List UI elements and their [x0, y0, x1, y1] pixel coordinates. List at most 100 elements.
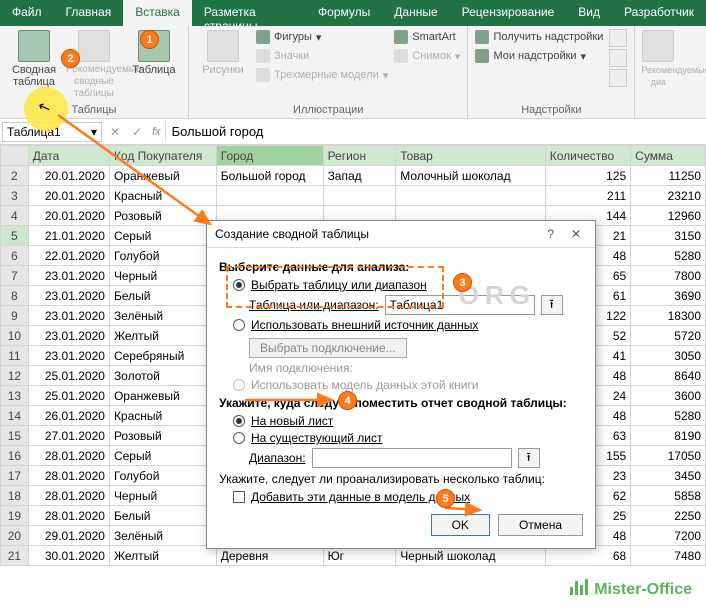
cell[interactable]: 7480 [631, 546, 706, 566]
cell[interactable]: Голубой [109, 246, 216, 266]
dialog-titlebar[interactable]: Создание сводной таблицы ? ✕ [207, 221, 595, 248]
cell[interactable]: Серебряный [109, 346, 216, 366]
row-header[interactable]: 9 [1, 306, 29, 326]
row-header[interactable]: 18 [1, 486, 29, 506]
cell[interactable] [396, 186, 546, 206]
cell[interactable]: 5720 [631, 326, 706, 346]
cell[interactable]: 3150 [631, 226, 706, 246]
row-header[interactable]: 8 [1, 286, 29, 306]
range-picker-icon[interactable]: ⭱ [518, 448, 540, 468]
cell[interactable]: 3450 [631, 466, 706, 486]
tab-formulas[interactable]: Формулы [306, 0, 382, 26]
row-header[interactable]: 4 [1, 206, 29, 226]
cell[interactable]: 7200 [631, 526, 706, 546]
cell[interactable]: 23.01.2020 [28, 286, 109, 306]
chevron-down-icon[interactable]: ▾ [91, 125, 97, 139]
cell[interactable]: Желтый [109, 546, 216, 566]
pictures-button[interactable]: Рисунки [195, 28, 251, 76]
cell[interactable]: Зелёный [109, 306, 216, 326]
close-icon[interactable]: ✕ [565, 227, 587, 241]
cell[interactable]: Розовый [109, 426, 216, 446]
icons-button[interactable]: Значки [255, 47, 389, 65]
cell[interactable]: 2250 [631, 506, 706, 526]
row-header[interactable]: 10 [1, 326, 29, 346]
cell[interactable]: Оранжевый [109, 386, 216, 406]
cell[interactable]: Молочный шоколад [396, 166, 546, 186]
addin-slot[interactable] [609, 29, 627, 47]
row-header[interactable]: 17 [1, 466, 29, 486]
col-head[interactable]: Код Покупателя [109, 146, 216, 166]
shapes-button[interactable]: Фигуры ▾ [255, 28, 389, 46]
screenshot-button[interactable]: Снимок ▾ [393, 47, 461, 65]
cell[interactable]: 26.01.2020 [28, 406, 109, 426]
opt-new-sheet[interactable]: На новый лист [233, 414, 583, 428]
cell[interactable]: 28.01.2020 [28, 446, 109, 466]
cell[interactable]: 20.01.2020 [28, 186, 109, 206]
tab-insert[interactable]: Вставка [123, 0, 192, 26]
cell[interactable]: 28.01.2020 [28, 506, 109, 526]
cell[interactable]: 30.01.2020 [28, 546, 109, 566]
cell[interactable]: 28.01.2020 [28, 466, 109, 486]
cell[interactable]: Белый [109, 286, 216, 306]
rec-charts-button[interactable]: Рекомендуемые диа [641, 28, 675, 88]
cell[interactable]: 25.01.2020 [28, 386, 109, 406]
cell[interactable]: 23.01.2020 [28, 326, 109, 346]
cell[interactable]: 20.01.2020 [28, 166, 109, 186]
col-head[interactable]: Товар [396, 146, 546, 166]
cell[interactable]: Черный [109, 486, 216, 506]
cell[interactable]: 11250 [631, 166, 706, 186]
add-to-model-checkbox[interactable]: Добавить эти данные в модель данных [233, 490, 583, 504]
cell[interactable]: Желтый [109, 326, 216, 346]
cell[interactable]: Красный [109, 406, 216, 426]
tab-home[interactable]: Главная [54, 0, 124, 26]
cell[interactable]: 17050 [631, 446, 706, 466]
row-header[interactable]: 7 [1, 266, 29, 286]
cell[interactable] [323, 186, 396, 206]
fx-icon[interactable]: fx [148, 126, 165, 138]
get-addins-button[interactable]: Получить надстройки [474, 28, 604, 46]
cell[interactable]: 25.01.2020 [28, 366, 109, 386]
row-header[interactable]: 12 [1, 366, 29, 386]
row-header[interactable]: 14 [1, 406, 29, 426]
cell[interactable]: 28.01.2020 [28, 486, 109, 506]
cell[interactable]: 27.01.2020 [28, 426, 109, 446]
table-row[interactable]: 320.01.2020Красный21123210 [1, 186, 706, 206]
cell[interactable]: 3600 [631, 386, 706, 406]
row-header[interactable]: 20 [1, 526, 29, 546]
cell[interactable] [216, 186, 323, 206]
cell[interactable]: 23210 [631, 186, 706, 206]
addin-slot[interactable] [609, 49, 627, 67]
row-header[interactable]: 3 [1, 186, 29, 206]
cell[interactable]: Запад [323, 166, 396, 186]
cell[interactable]: Большой город [216, 166, 323, 186]
tab-pagelayout[interactable]: Разметка страницы [192, 0, 306, 26]
cell[interactable]: Розовый [109, 206, 216, 226]
row-header[interactable]: 13 [1, 386, 29, 406]
cell[interactable]: Зелёный [109, 526, 216, 546]
tab-review[interactable]: Рецензирование [450, 0, 567, 26]
col-head[interactable]: Дата [28, 146, 109, 166]
cell[interactable]: 12960 [631, 206, 706, 226]
cell[interactable]: 23.01.2020 [28, 266, 109, 286]
cell[interactable]: 23.01.2020 [28, 306, 109, 326]
cell[interactable]: 5280 [631, 246, 706, 266]
tab-developer[interactable]: Разработчик [612, 0, 706, 26]
cell[interactable]: 211 [545, 186, 630, 206]
row-header[interactable]: 15 [1, 426, 29, 446]
cancel-formula-icon[interactable]: ✕ [104, 125, 126, 139]
row-header[interactable]: 11 [1, 346, 29, 366]
cell[interactable]: 20.01.2020 [28, 206, 109, 226]
loc-range-input[interactable] [312, 448, 512, 468]
cancel-button[interactable]: Отмена [498, 514, 583, 536]
cell[interactable]: Черный [109, 266, 216, 286]
cell[interactable]: 23.01.2020 [28, 346, 109, 366]
cell[interactable]: 3690 [631, 286, 706, 306]
tab-view[interactable]: Вид [566, 0, 612, 26]
range-picker-icon[interactable]: ⭱ [541, 295, 563, 315]
row-header[interactable]: 6 [1, 246, 29, 266]
cell[interactable]: 3050 [631, 346, 706, 366]
table-row[interactable]: 220.01.2020ОранжевыйБольшой городЗападМо… [1, 166, 706, 186]
col-head[interactable]: Город [216, 146, 323, 166]
cell[interactable]: 22.01.2020 [28, 246, 109, 266]
cell[interactable]: 5858 [631, 486, 706, 506]
